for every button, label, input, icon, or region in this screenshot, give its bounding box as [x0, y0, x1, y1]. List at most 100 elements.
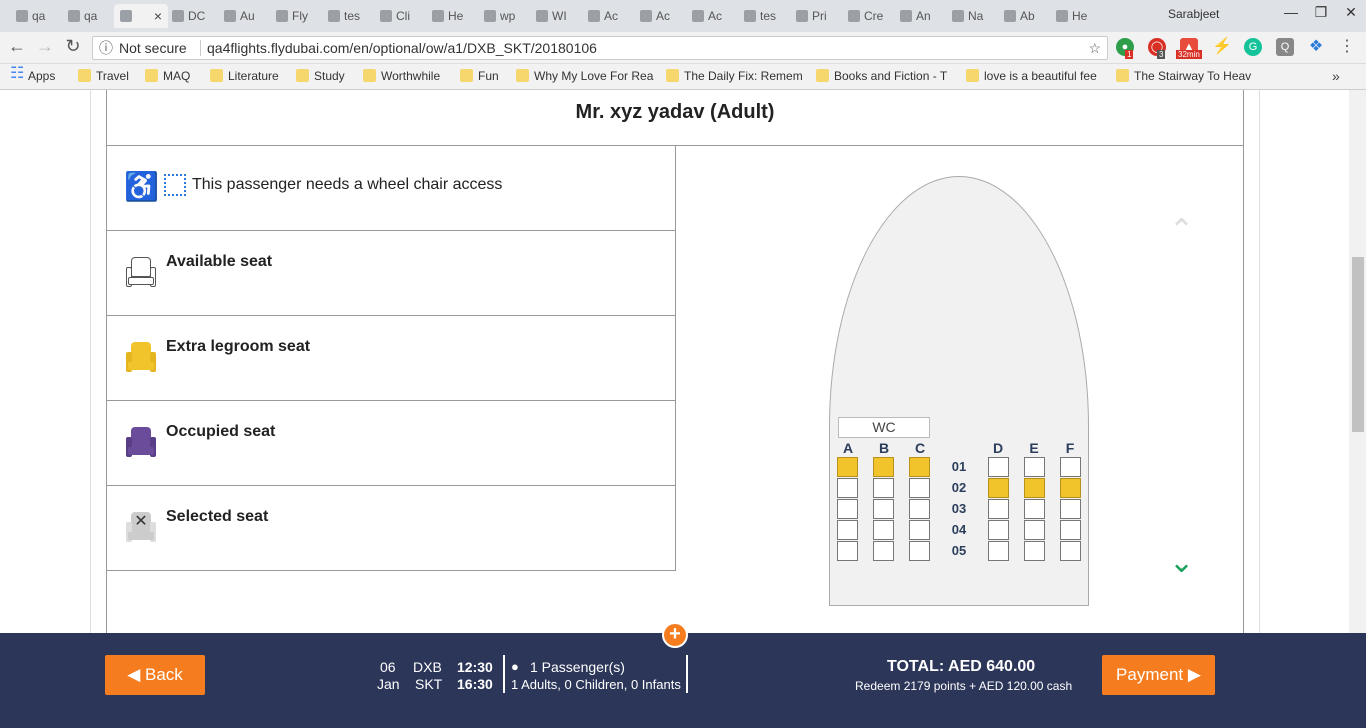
browser-tab[interactable]: Ac: [634, 4, 688, 28]
flight-day: 06: [380, 659, 396, 675]
scroll-down-arrow-icon[interactable]: ⌄: [1169, 545, 1194, 580]
seat-01E[interactable]: [1024, 457, 1045, 477]
browser-tab[interactable]: DC: [166, 4, 220, 28]
seat-02C[interactable]: [909, 478, 930, 498]
bookmark-folder[interactable]: Travel: [76, 68, 129, 84]
seat-01C[interactable]: [909, 457, 930, 477]
seat-03C[interactable]: [909, 499, 930, 519]
minimize-button[interactable]: —: [1276, 4, 1306, 24]
seat-04E[interactable]: [1024, 520, 1045, 540]
browser-tab[interactable]: Na: [946, 4, 1000, 28]
seat-01D[interactable]: [988, 457, 1009, 477]
seat-04F[interactable]: [1060, 520, 1081, 540]
seat-02E[interactable]: [1024, 478, 1045, 498]
seat-03E[interactable]: [1024, 499, 1045, 519]
bookmark-folder[interactable]: Study: [294, 68, 345, 84]
omnibox-divider: [200, 40, 201, 56]
browser-tab[interactable]: Cre: [842, 4, 896, 28]
seat-02A[interactable]: [837, 478, 858, 498]
grammarly-icon[interactable]: G: [1244, 38, 1262, 56]
seat-02B[interactable]: [873, 478, 894, 498]
seat-05C[interactable]: [909, 541, 930, 561]
person-icon: ●: [511, 659, 519, 674]
browser-tab[interactable]: ×: [114, 4, 168, 28]
seat-05B[interactable]: [873, 541, 894, 561]
browser-tab[interactable]: wp: [478, 4, 532, 28]
browser-tab[interactable]: Cli: [374, 4, 428, 28]
seat-03B[interactable]: [873, 499, 894, 519]
seat-04C[interactable]: [909, 520, 930, 540]
seat-01F[interactable]: [1060, 457, 1081, 477]
browser-tab[interactable]: Ac: [582, 4, 636, 28]
bookmark-link[interactable]: The Daily Fix: Remem: [664, 68, 804, 84]
back-nav-icon[interactable]: ←: [6, 36, 28, 57]
seat-05F[interactable]: [1060, 541, 1081, 561]
browser-tab[interactable]: Ab: [998, 4, 1052, 28]
seat-05E[interactable]: [1024, 541, 1045, 561]
maximize-button[interactable]: ❐: [1306, 4, 1336, 24]
browser-tab[interactable]: tes: [322, 4, 376, 28]
browser-tab[interactable]: Ac: [686, 4, 740, 28]
bookmark-folder[interactable]: Worthwhile: [361, 68, 440, 84]
bookmark-apps[interactable]: Apps: [8, 66, 55, 84]
url-text[interactable]: qa4flights.flydubai.com/en/optional/ow/a…: [207, 37, 597, 59]
browser-tab[interactable]: WI: [530, 4, 584, 28]
browser-tab[interactable]: Pri: [790, 4, 844, 28]
scroll-up-arrow-icon[interactable]: ⌃: [1169, 213, 1194, 248]
close-window-button[interactable]: ✕: [1336, 4, 1366, 24]
bookmark-link[interactable]: Books and Fiction - T: [814, 68, 954, 84]
footer-divider: [503, 655, 505, 693]
extension-bolt-icon[interactable]: ⚡: [1212, 38, 1232, 56]
back-button[interactable]: ◀ Back: [105, 655, 205, 695]
expand-summary-icon[interactable]: +: [662, 622, 688, 648]
extension-badge: 32min: [1176, 50, 1202, 59]
browser-tab[interactable]: qa: [10, 4, 64, 28]
browser-tab[interactable]: qa: [62, 4, 116, 28]
legend-label: Occupied seat: [166, 423, 276, 440]
bookmark-folder[interactable]: Fun: [458, 68, 499, 84]
bookmarks-bar: Apps Travel MAQ Literature Study Worthwh…: [0, 64, 1366, 90]
extension-diamond-icon[interactable]: ❖: [1307, 38, 1325, 56]
total-price: TOTAL: AED 640.00: [887, 658, 1036, 675]
browser-tab[interactable]: An: [894, 4, 948, 28]
seat-01A[interactable]: [837, 457, 858, 477]
bookmark-star-icon[interactable]: ☆: [1088, 37, 1101, 59]
occupied-seat-icon: [126, 427, 156, 459]
extension-q-icon[interactable]: Q: [1276, 38, 1294, 56]
close-tab-icon[interactable]: ×: [154, 4, 162, 28]
browser-tab[interactable]: Fly: [270, 4, 324, 28]
seat-03D[interactable]: [988, 499, 1009, 519]
payment-button[interactable]: Payment ▶: [1102, 655, 1215, 695]
seat-03F[interactable]: [1060, 499, 1081, 519]
address-bar[interactable]: ⓘ Not secure qa4flights.flydubai.com/en/…: [92, 36, 1108, 60]
bookmark-folder[interactable]: MAQ: [143, 68, 190, 84]
profile-name[interactable]: Sarabjeet: [1168, 7, 1219, 21]
bookmark-link[interactable]: The Stairway To Heav: [1114, 68, 1254, 84]
bookmark-link[interactable]: Why My Love For Rea: [514, 68, 654, 84]
browser-tab[interactable]: Au: [218, 4, 272, 28]
bookmarks-overflow-icon[interactable]: »: [1332, 68, 1340, 84]
info-icon[interactable]: ⓘ: [99, 37, 113, 59]
legend-occupied: Occupied seat: [106, 401, 676, 486]
browser-tab[interactable]: He: [1050, 4, 1104, 28]
bookmark-link[interactable]: love is a beautiful fee: [964, 68, 1104, 84]
seat-02D[interactable]: [988, 478, 1009, 498]
seat-04A[interactable]: [837, 520, 858, 540]
seat-03A[interactable]: [837, 499, 858, 519]
forward-nav-icon[interactable]: →: [34, 36, 56, 57]
seat-04B[interactable]: [873, 520, 894, 540]
seat-02F[interactable]: [1060, 478, 1081, 498]
seat-01B[interactable]: [873, 457, 894, 477]
seat-05D[interactable]: [988, 541, 1009, 561]
bookmark-folder[interactable]: Literature: [208, 68, 279, 84]
seat-05A[interactable]: [837, 541, 858, 561]
browser-tab[interactable]: tes: [738, 4, 792, 28]
scrollbar-thumb[interactable]: [1352, 257, 1364, 432]
extension-badge: 3: [1157, 50, 1166, 59]
menu-kebab-icon[interactable]: ⋮: [1338, 38, 1356, 56]
reload-icon[interactable]: ↻: [62, 36, 84, 57]
browser-tab[interactable]: He: [426, 4, 480, 28]
wheelchair-checkbox[interactable]: [164, 174, 186, 196]
seat-legend: ♿ This passenger needs a wheel chair acc…: [106, 146, 676, 571]
seat-04D[interactable]: [988, 520, 1009, 540]
